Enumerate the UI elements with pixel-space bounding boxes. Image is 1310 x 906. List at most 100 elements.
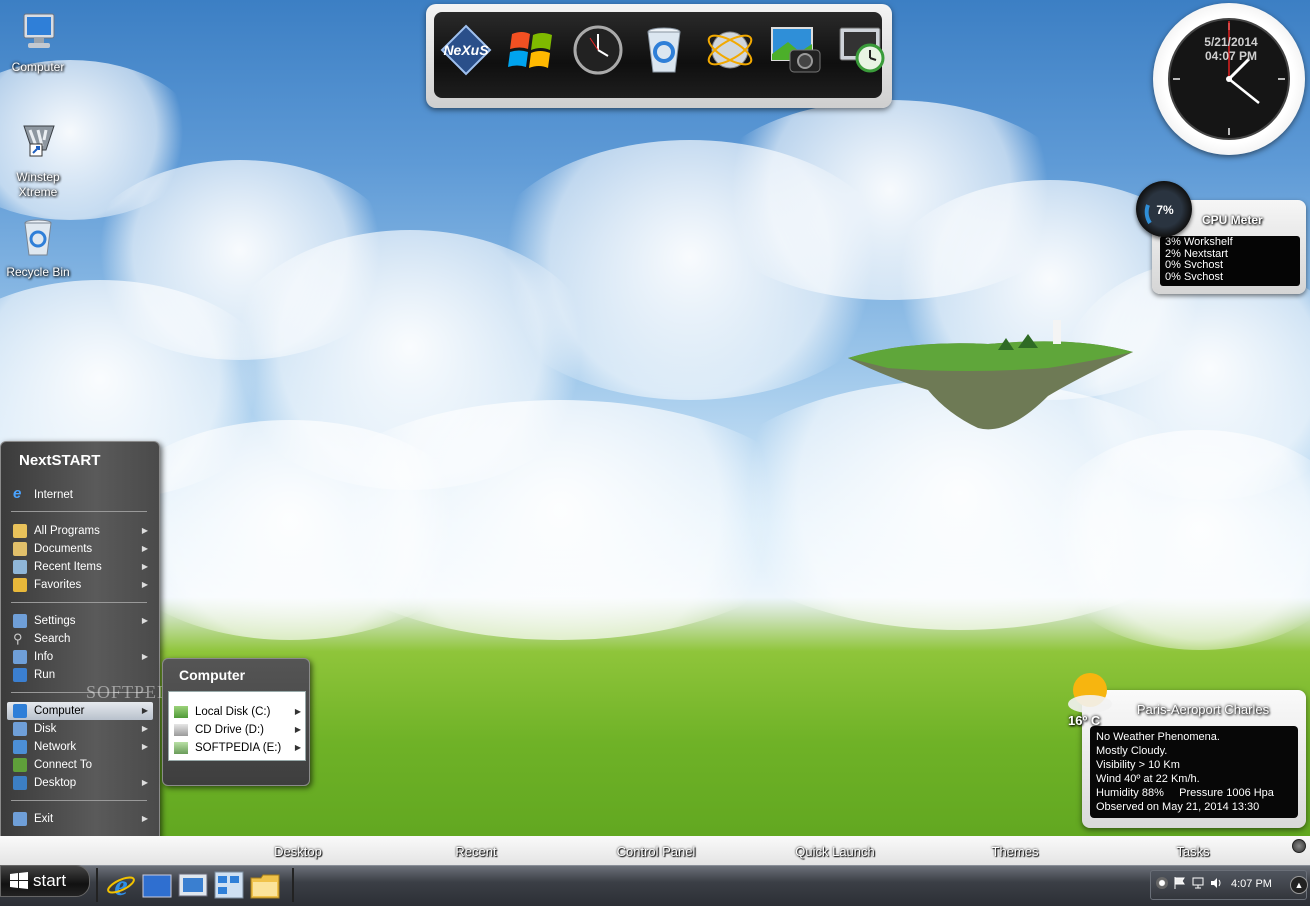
nexus-icon[interactable]: NeXuS [440,24,492,76]
submenu-arrow-icon: ▶ [141,814,148,823]
menu-item-label: Internet [34,489,73,501]
menu-item-exit[interactable]: Exit ▶ [7,810,153,828]
menu-item-label: Info [34,651,54,663]
menu-item-label: Connect To [34,759,92,771]
submenu-item-cd-drive[interactable]: CD Drive (D:) ▶ [169,721,305,739]
menu-item-computer[interactable]: Computer ▶ [7,702,153,720]
desktop-icon-label: Recycle Bin [6,265,70,279]
network-drive-icon [174,742,188,754]
start-button[interactable]: start [0,865,90,897]
network-icon[interactable] [1192,877,1204,889]
flag-icon[interactable] [1174,877,1186,889]
submenu-arrow-icon: ▶ [141,562,148,571]
toolbar-item-tasks[interactable]: Tasks [1176,844,1209,859]
system-monitor-icon[interactable] [836,24,888,76]
menu-separator [11,602,147,603]
weather-line: No Weather Phenomena. [1096,731,1220,743]
camera-photo-icon[interactable] [770,24,822,76]
computer-icon [23,13,55,48]
local-disk-icon [174,706,188,718]
desktop-icon-computer[interactable]: Computer [0,10,76,75]
submenu-arrow-icon: ▶ [294,743,301,752]
weather-line: Observed on May 21, 2014 13:30 [1096,801,1260,813]
start-menu-title: NextSTART [19,452,101,469]
submenu-arrow-icon: ▶ [141,724,148,733]
menu-separator [11,800,147,801]
internet-explorer-icon[interactable]: e [106,869,136,902]
switch-windows-icon[interactable] [178,870,208,900]
weather-details: No Weather Phenomena. Mostly Cloudy. Vis… [1090,726,1298,818]
show-desktop-icon[interactable] [142,870,172,900]
workshelf-toolbar: Desktop Recent Control Panel Quick Launc… [0,836,1310,865]
menu-item-label: Network [34,741,77,753]
cpu-percent: 7% [1156,203,1174,217]
menu-item-all-programs[interactable]: All Programs ▶ [7,522,153,540]
desktop-icon-winstep-xtreme[interactable]: Winstep Xtreme [0,120,76,200]
menu-item-label: Desktop [34,777,77,789]
submenu-item-local-disk[interactable]: Local Disk (C:) ▶ [169,703,305,721]
toolbar-options-button[interactable] [1292,839,1306,853]
computer-icon [13,704,27,718]
submenu-item-softpedia-drive[interactable]: SOFTPEDIA (E:) ▶ [169,739,305,757]
menu-item-desktop[interactable]: Desktop ▶ [7,774,153,792]
svg-text:e: e [114,870,127,900]
menu-item-label: Disk [34,723,57,735]
submenu-arrow-icon: ▶ [141,544,148,553]
clock-widget[interactable]: 5/21/2014 04:07 PM [1153,3,1305,155]
submenu-item-label: CD Drive (D:) [195,724,264,736]
volume-icon[interactable] [1210,877,1222,889]
submenu-item-label: SOFTPEDIA (E:) [195,742,282,754]
toolbar-item-quick-launch[interactable]: Quick Launch [795,844,875,859]
menu-item-favorites[interactable]: Favorites ▶ [7,576,153,594]
globe-icon[interactable] [704,24,756,76]
menu-item-info[interactable]: Info ▶ [7,648,153,666]
submenu-arrow-icon: ▶ [141,742,148,751]
settings-icon [13,614,27,628]
taskbar-divider [96,868,98,902]
toolbar-item-control-panel[interactable]: Control Panel [617,844,696,859]
windows-logo-icon[interactable] [506,24,558,76]
weather-line: Wind 40º at 22 Km/h. [1096,773,1200,785]
menu-item-settings[interactable]: Settings ▶ [7,612,153,630]
menu-item-search[interactable]: ⚲ Search [7,630,153,648]
nextstart-menu: NextSTART e Internet All Programs ▶ Docu… [0,441,160,859]
toolbar-item-recent[interactable]: Recent [455,844,496,859]
start-label: start [33,871,67,890]
taskbar-clock[interactable]: 4:07 PM [1231,878,1272,890]
menu-item-disk[interactable]: Disk ▶ [7,720,153,738]
submenu-item-label: Local Disk (C:) [195,706,271,718]
menu-item-documents[interactable]: Documents ▶ [7,540,153,558]
cpu-meter-title: CPU Meter [1202,213,1263,227]
submenu-arrow-icon: ▶ [294,725,301,734]
menu-item-connect-to[interactable]: Connect To [7,756,153,774]
tray-menu-button[interactable]: ▲ [1290,876,1308,894]
clock-date: 5/21/2014 [1204,35,1258,49]
menu-item-label: Computer [34,705,85,717]
exit-icon [13,812,27,826]
search-icon: ⚲ [13,631,23,646]
computer-submenu: Computer Local Disk (C:) ▶ CD Drive (D:)… [162,658,310,786]
menu-item-network[interactable]: Network ▶ [7,738,153,756]
internet-explorer-icon: e [13,485,22,502]
weather-line: Humidity 88% Pressure 1006 Hpa [1096,787,1274,799]
disk-icon [13,722,27,736]
menu-item-internet[interactable]: e Internet [7,486,153,504]
menu-item-recent-items[interactable]: Recent Items ▶ [7,558,153,576]
menu-item-label: Documents [34,543,93,555]
submenu-arrow-icon: ▶ [141,526,148,535]
cpu-process-item: 3% Workshelf [1165,236,1233,248]
submenu-arrow-icon: ▶ [294,707,301,716]
file-explorer-icon[interactable] [250,870,280,900]
toolbar-item-desktop[interactable]: Desktop [274,844,322,859]
info-icon[interactable] [1156,877,1168,889]
dock-shelf: NeXuS [434,12,885,98]
submenu-arrow-icon: ▶ [141,778,148,787]
desktop-icon-recycle-bin[interactable]: Recycle Bin [0,215,76,280]
cpu-gauge: 7% [1136,181,1192,237]
toolbar-item-themes[interactable]: Themes [992,844,1039,859]
network-connections-icon[interactable] [214,870,244,900]
clock-icon[interactable] [572,24,624,76]
menu-item-label: Exit [34,813,54,825]
recycle-bin-icon[interactable] [638,24,690,76]
nexus-dock: NeXuS [426,4,892,108]
